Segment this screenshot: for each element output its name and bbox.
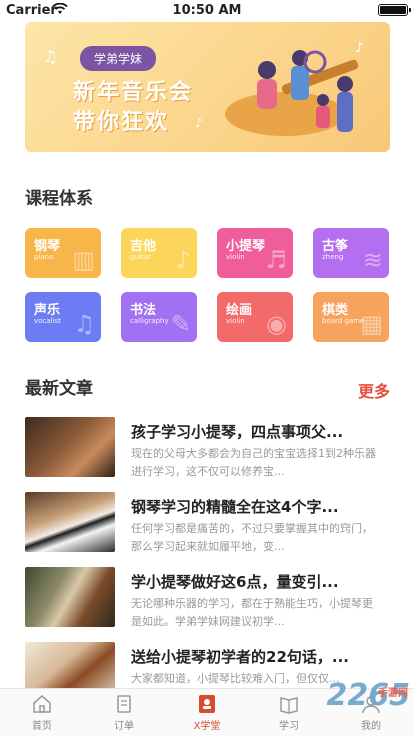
violin-icon: ♬	[265, 246, 287, 274]
orders-icon	[113, 693, 135, 715]
watermark-logo: 2265 手游网	[327, 678, 411, 713]
music-note-icon: ♫	[73, 310, 95, 338]
article-title: 学小提琴做好这6点，量变引...	[131, 573, 339, 591]
course-en: guitar	[130, 253, 151, 261]
course-calligraphy[interactable]: 书法 calligraphy ✎	[121, 292, 197, 342]
course-name: 吉他	[130, 239, 157, 254]
svg-text:♪: ♪	[195, 116, 203, 130]
course-en: violin	[226, 253, 245, 261]
palette-icon: ◉	[266, 310, 287, 338]
tab-label: X学堂	[193, 721, 221, 732]
articles-section-title: 最新文章	[25, 379, 93, 399]
course-zheng[interactable]: 古筝 zheng ≋	[313, 228, 389, 278]
tab-x-school[interactable]: X学堂	[177, 693, 237, 732]
tab-home[interactable]: 首页	[12, 693, 72, 732]
watermark-sub: 手游网	[378, 688, 408, 699]
tab-orders[interactable]: 订单	[94, 693, 154, 732]
article-thumbnail	[25, 417, 115, 477]
tab-label: 首页	[32, 721, 52, 732]
tab-label: 订单	[114, 721, 134, 732]
course-en: violin	[226, 317, 245, 325]
battery-icon	[378, 4, 411, 16]
course-en: vocalist	[34, 317, 61, 325]
course-board-game[interactable]: 棋类 board game ▦	[313, 292, 389, 342]
tab-label: 我的	[361, 721, 381, 732]
home-icon	[31, 693, 53, 715]
course-painting[interactable]: 绘画 violin ◉	[217, 292, 293, 342]
course-en: piano	[34, 253, 54, 261]
course-name: 钢琴	[34, 239, 61, 254]
course-en: board game	[322, 317, 365, 325]
course-vocalist[interactable]: 声乐 vocalist ♫	[25, 292, 101, 342]
zheng-icon: ≋	[362, 246, 383, 274]
course-name: 声乐	[34, 303, 61, 318]
course-name: 绘画	[226, 303, 253, 318]
article-summary: 现在的父母大多都会为自己的宝宝选择1到2种乐器进行学习，这不仅可以修养宝...	[131, 447, 376, 478]
course-name: 书法	[130, 303, 157, 318]
banner-tag: 学弟学妹	[80, 46, 157, 71]
article-item[interactable]: 钢琴学习的精髓全在这4个字... 任何学习都是痛苦的，不过只要掌握其中的窍门，那…	[25, 492, 390, 554]
banner-subheadline: 带你狂欢	[73, 110, 170, 135]
course-name: 棋类	[322, 303, 349, 318]
article-summary: 任何学习都是痛苦的，不过只要掌握其中的窍门，那么学习起来就如履平地，变...	[131, 522, 373, 553]
article-title: 送给小提琴初学者的22句话，...	[131, 648, 349, 666]
svg-text:♪: ♪	[355, 40, 364, 56]
article-summary: 无论哪种乐器的学习，都在于熟能生巧，小提琴更是如此。学弟学妹网建议初学...	[131, 597, 373, 628]
tab-study[interactable]: 学习	[259, 693, 319, 732]
courses-section-title: 课程体系	[25, 189, 93, 209]
more-link[interactable]: 更多	[358, 378, 390, 402]
course-en: zheng	[322, 253, 344, 261]
article-title: 钢琴学习的精髓全在这4个字...	[131, 498, 339, 516]
status-bar: Carrier 10:50 AM	[0, 0, 414, 20]
course-guitar[interactable]: 吉他 guitar ♪	[121, 228, 197, 278]
article-title: 孩子学习小提琴，四点事项父...	[131, 423, 344, 441]
course-name: 小提琴	[226, 239, 266, 254]
school-icon	[196, 693, 218, 715]
article-thumbnail	[25, 492, 115, 552]
promo-banner[interactable]: ♫ ♪ ♪ 学弟学妹 新年音乐会 带你狂欢	[25, 22, 390, 152]
banner-headline: 新年音乐会	[73, 80, 194, 105]
course-piano[interactable]: 钢琴 piano ▥	[25, 228, 101, 278]
clock: 10:50 AM	[172, 3, 242, 18]
guitar-icon: ♪	[175, 246, 191, 274]
article-item[interactable]: 孩子学习小提琴，四点事项父... 现在的父母大多都会为自己的宝宝选择1到2种乐器…	[25, 417, 390, 479]
course-name: 古筝	[322, 239, 349, 254]
chessboard-icon: ▦	[360, 310, 383, 338]
article-thumbnail	[25, 567, 115, 627]
study-icon	[278, 693, 300, 715]
piano-keys-icon: ▥	[72, 246, 95, 274]
article-item[interactable]: 学小提琴做好这6点，量变引... 无论哪种乐器的学习，都在于熟能生巧，小提琴更是…	[25, 567, 390, 629]
brush-icon: ✎	[170, 310, 191, 338]
tab-label: 学习	[279, 721, 299, 732]
course-violin[interactable]: 小提琴 violin ♬	[217, 228, 293, 278]
course-en: calligraphy	[130, 317, 169, 325]
svg-text:♫: ♫	[43, 47, 57, 66]
